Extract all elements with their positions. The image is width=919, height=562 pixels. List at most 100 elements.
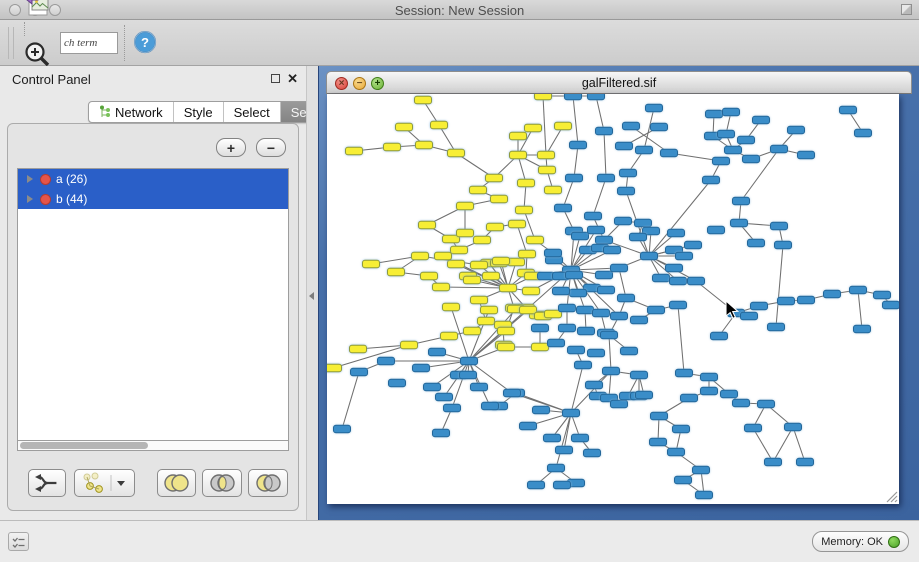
- node[interactable]: [618, 187, 635, 195]
- selected-node[interactable]: [448, 149, 465, 157]
- node[interactable]: [570, 141, 587, 149]
- node[interactable]: [635, 219, 652, 227]
- node[interactable]: [768, 323, 785, 331]
- node[interactable]: [797, 458, 814, 466]
- selected-node[interactable]: [457, 202, 474, 210]
- selected-node[interactable]: [478, 317, 495, 325]
- node[interactable]: [548, 339, 565, 347]
- node[interactable]: [748, 239, 765, 247]
- node[interactable]: [575, 361, 592, 369]
- node[interactable]: [588, 94, 605, 100]
- node[interactable]: [572, 434, 589, 442]
- task-history-button[interactable]: [8, 532, 29, 551]
- node[interactable]: [413, 364, 430, 372]
- node[interactable]: [771, 222, 788, 230]
- node[interactable]: [596, 236, 613, 244]
- node[interactable]: [701, 373, 718, 381]
- selected-node[interactable]: [464, 327, 481, 335]
- export-image-button[interactable]: [18, 0, 58, 22]
- node[interactable]: [668, 448, 685, 456]
- node[interactable]: [685, 241, 702, 249]
- node[interactable]: [693, 466, 710, 474]
- node[interactable]: [824, 290, 841, 298]
- node[interactable]: [620, 169, 637, 177]
- expand-arrow-icon[interactable]: [27, 195, 33, 203]
- selected-node[interactable]: [474, 236, 491, 244]
- node[interactable]: [546, 256, 563, 264]
- selected-node[interactable]: [493, 257, 510, 265]
- node[interactable]: [745, 424, 762, 432]
- selected-node[interactable]: [412, 252, 429, 260]
- node[interactable]: [676, 252, 693, 260]
- node[interactable]: [758, 400, 775, 408]
- node[interactable]: [578, 327, 595, 335]
- selected-node[interactable]: [481, 306, 498, 314]
- tab-select[interactable]: Select: [224, 102, 281, 122]
- node[interactable]: [636, 146, 653, 154]
- node[interactable]: [532, 324, 549, 332]
- node[interactable]: [588, 226, 605, 234]
- node[interactable]: [703, 176, 720, 184]
- selected-node[interactable]: [535, 94, 552, 100]
- node[interactable]: [765, 458, 782, 466]
- add-set-button[interactable]: +: [216, 138, 246, 157]
- node[interactable]: [733, 399, 750, 407]
- selected-node[interactable]: [327, 364, 342, 372]
- toolbar-drag-handle[interactable]: [8, 27, 14, 59]
- selected-node[interactable]: [525, 124, 542, 132]
- selected-node[interactable]: [498, 327, 515, 335]
- node[interactable]: [471, 383, 488, 391]
- selected-node[interactable]: [509, 220, 526, 228]
- selected-node[interactable]: [538, 151, 555, 159]
- node[interactable]: [424, 383, 441, 391]
- node[interactable]: [621, 347, 638, 355]
- node[interactable]: [874, 291, 891, 299]
- selected-node[interactable]: [471, 296, 488, 304]
- selected-node[interactable]: [346, 147, 363, 155]
- node[interactable]: [611, 400, 628, 408]
- node[interactable]: [566, 271, 583, 279]
- node[interactable]: [538, 272, 555, 280]
- node[interactable]: [641, 252, 658, 260]
- node[interactable]: [603, 367, 620, 375]
- node[interactable]: [840, 106, 857, 114]
- node[interactable]: [553, 287, 570, 295]
- node[interactable]: [598, 174, 615, 182]
- node[interactable]: [631, 371, 648, 379]
- node[interactable]: [528, 481, 545, 489]
- selected-node[interactable]: [555, 122, 572, 130]
- node[interactable]: [598, 286, 615, 294]
- node[interactable]: [731, 219, 748, 227]
- selected-node[interactable]: [498, 343, 515, 351]
- selected-node[interactable]: [539, 166, 556, 174]
- panel-float-icon[interactable]: [271, 74, 280, 83]
- node[interactable]: [596, 271, 613, 279]
- selected-node[interactable]: [532, 343, 549, 351]
- node[interactable]: [855, 129, 872, 137]
- selected-node[interactable]: [500, 284, 517, 292]
- node[interactable]: [545, 249, 562, 257]
- selected-node[interactable]: [396, 123, 413, 131]
- node[interactable]: [721, 390, 738, 398]
- node[interactable]: [798, 296, 815, 304]
- node[interactable]: [681, 394, 698, 402]
- selected-node[interactable]: [491, 195, 508, 203]
- node[interactable]: [378, 357, 395, 365]
- node[interactable]: [556, 446, 573, 454]
- node[interactable]: [504, 389, 521, 397]
- selected-node[interactable]: [441, 332, 458, 340]
- node[interactable]: [753, 116, 770, 124]
- node[interactable]: [651, 412, 668, 420]
- node[interactable]: [533, 406, 550, 414]
- node[interactable]: [433, 429, 450, 437]
- node[interactable]: [520, 422, 537, 430]
- panel-close-icon[interactable]: ✕: [287, 71, 298, 87]
- node[interactable]: [725, 146, 742, 154]
- sets-horizontal-scrollbar[interactable]: [17, 440, 289, 451]
- node[interactable]: [615, 217, 632, 225]
- node[interactable]: [668, 229, 685, 237]
- selected-node[interactable]: [419, 221, 436, 229]
- node[interactable]: [788, 126, 805, 134]
- network-canvas[interactable]: [327, 94, 899, 504]
- difference-sets-button[interactable]: [248, 469, 288, 497]
